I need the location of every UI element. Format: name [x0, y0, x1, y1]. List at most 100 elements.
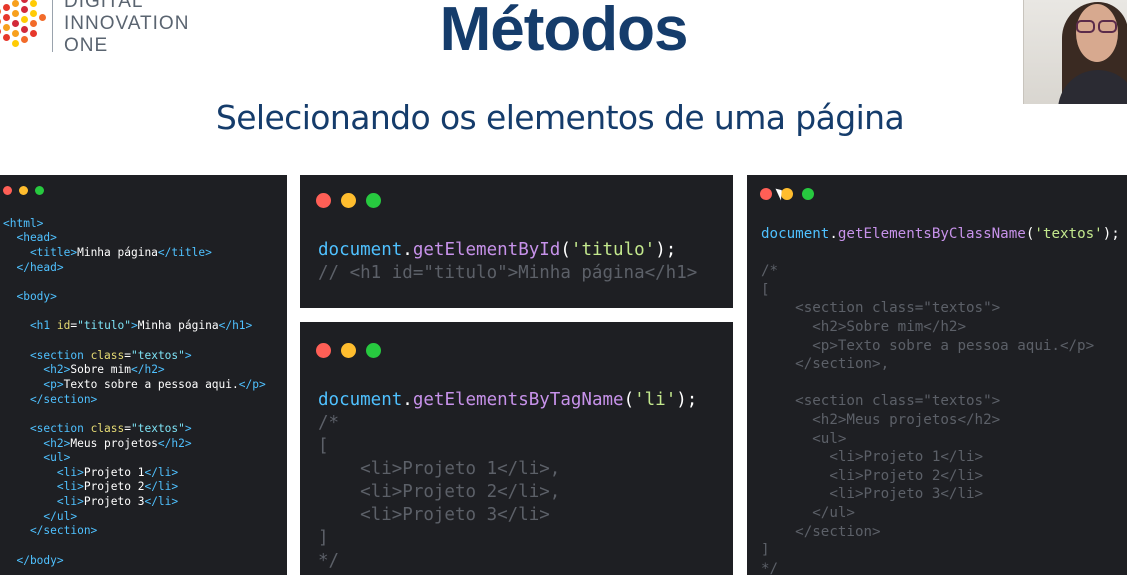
- code-comment: [: [761, 281, 770, 298]
- slide-subtitle: Selecionando os elementos de uma página: [215, 98, 905, 137]
- code-line: </ul>: [3, 510, 266, 525]
- code-token: getElementsByTagName: [412, 390, 624, 410]
- maximize-dot-icon: [35, 186, 44, 195]
- code-token: </body>: [3, 553, 64, 567]
- code-comment: <li>Projeto 1</li>: [761, 449, 984, 466]
- code-token: (: [560, 240, 571, 260]
- code-token: >: [184, 348, 192, 362]
- code-comment: <li>Projeto 1</li>,: [318, 459, 561, 479]
- maximize-dot-icon: [366, 193, 381, 208]
- code-token: >: [184, 421, 192, 435]
- code-token: .: [402, 390, 413, 410]
- html-code-block: <html> <head> <title>Minha página</title…: [3, 202, 266, 568]
- code-line: </body>: [3, 554, 266, 569]
- code-panel-getelementsbyclassname: document.getElementsByClassName('textos'…: [747, 175, 1127, 575]
- code-line: </head>: [3, 261, 266, 276]
- code-token: =: [124, 348, 131, 362]
- code-token: "titulo": [77, 319, 132, 333]
- code-token: </section>: [3, 524, 98, 538]
- code-token: </li>: [144, 480, 179, 494]
- code-line: <h2>Meus projetos</h2>: [3, 437, 266, 452]
- code-comment: */: [761, 560, 779, 575]
- code-token: Projeto 2: [83, 480, 145, 494]
- code-token: <p>: [3, 377, 64, 391]
- code-token: </p>: [238, 377, 266, 391]
- code-token: Meus projetos: [70, 436, 158, 450]
- code-line: <p>Texto sobre a pessoa aqui.</p>: [3, 377, 266, 393]
- code-token: (: [623, 390, 635, 410]
- code-token: Texto sobre a pessoa aqui.: [63, 377, 239, 391]
- code-token: <title>: [3, 245, 78, 259]
- code-line: </section>: [3, 393, 266, 408]
- code-line: <section class="textos">: [3, 422, 266, 437]
- code-comment: </section>: [761, 523, 881, 540]
- close-dot-icon: [316, 193, 331, 208]
- code-token: "textos": [131, 421, 185, 435]
- code-token: <head>: [3, 231, 57, 245]
- code-line: <h2>Sobre mim</h2>: [3, 363, 266, 378]
- code-panel-getelementsbytagname: document.getElementsByTagName('li');/*[ …: [300, 322, 733, 575]
- code-token: getElementsByClassName: [837, 226, 1026, 242]
- code-comment: <section class="textos">: [761, 300, 1001, 317]
- code-comment: <li>Projeto 2</li>,: [318, 482, 561, 502]
- code-comment: <p>Texto sobre a pessoa aqui.</p>: [761, 337, 1095, 354]
- code-token: 'textos': [1034, 226, 1103, 242]
- code-token: <li>: [3, 480, 84, 494]
- code-line: <li>Projeto 3</li>: [3, 495, 266, 510]
- code-token: document: [318, 240, 403, 260]
- getelementsbytagname-code: document.getElementsByTagName('li');/*[ …: [318, 389, 697, 573]
- code-token: </li>: [144, 495, 179, 509]
- code-token: id: [56, 319, 71, 333]
- code-line: <ul>: [3, 451, 266, 466]
- code-token: );: [676, 390, 698, 410]
- code-token: </h1>: [218, 319, 253, 333]
- code-line: <section class="textos">: [3, 349, 266, 364]
- code-comment: [761, 374, 1120, 393]
- code-comment: /*: [761, 263, 779, 280]
- maximize-dot-icon: [802, 188, 814, 200]
- code-line: </section>: [3, 524, 266, 539]
- code-token: </li>: [144, 465, 179, 479]
- code-token: <li>: [3, 465, 84, 479]
- code-token: document: [318, 390, 403, 410]
- code-comment: // <h1 id="titulo">Minha página</h1>: [318, 263, 698, 283]
- code-token: </title>: [157, 245, 212, 259]
- code-line: <li>Projeto 1</li>: [3, 466, 266, 481]
- code-token: <ul>: [3, 451, 71, 465]
- code-line: <body>: [3, 290, 266, 305]
- close-dot-icon: [316, 343, 331, 358]
- code-comment: ]: [761, 542, 770, 559]
- code-token: );: [1102, 226, 1120, 242]
- getelementsbyclassname-code: document.getElementsByClassName('textos'…: [761, 225, 1120, 575]
- code-token: </section>: [3, 392, 98, 406]
- code-comment: <li>Projeto 2</li>: [761, 467, 984, 484]
- code-token: 'li': [634, 390, 677, 410]
- webcam-glasses: [1075, 20, 1119, 34]
- code-token: <section: [3, 348, 91, 362]
- code-comment: /*: [318, 413, 340, 433]
- code-token: Minha página: [77, 245, 158, 259]
- presenter-webcam: [1023, 0, 1127, 104]
- code-token: >: [131, 319, 138, 333]
- code-token: <li>: [3, 495, 84, 509]
- code-comment: <li>Projeto 3</li>: [761, 486, 984, 503]
- slide-title: Métodos: [439, 0, 689, 64]
- code-panel-getelementbyid: document.getElementById('titulo'); // <h1…: [300, 175, 733, 308]
- code-token: <h2>: [3, 436, 71, 450]
- code-comment: */: [318, 551, 340, 571]
- code-token: =: [124, 421, 131, 435]
- code-comment: <section class="textos">: [761, 393, 1001, 410]
- close-dot-icon: [760, 188, 772, 200]
- code-comment: <li>Projeto 3</li>: [318, 505, 550, 525]
- getelementbyid-code: document.getElementById('titulo'); // <h1…: [318, 239, 697, 285]
- code-comment: <h2>Meus projetos</h2>: [761, 411, 1001, 428]
- code-token: Projeto 1: [83, 465, 145, 479]
- code-panel-html: <html> <head> <title>Minha página</title…: [0, 175, 287, 575]
- code-token: </head>: [3, 260, 64, 274]
